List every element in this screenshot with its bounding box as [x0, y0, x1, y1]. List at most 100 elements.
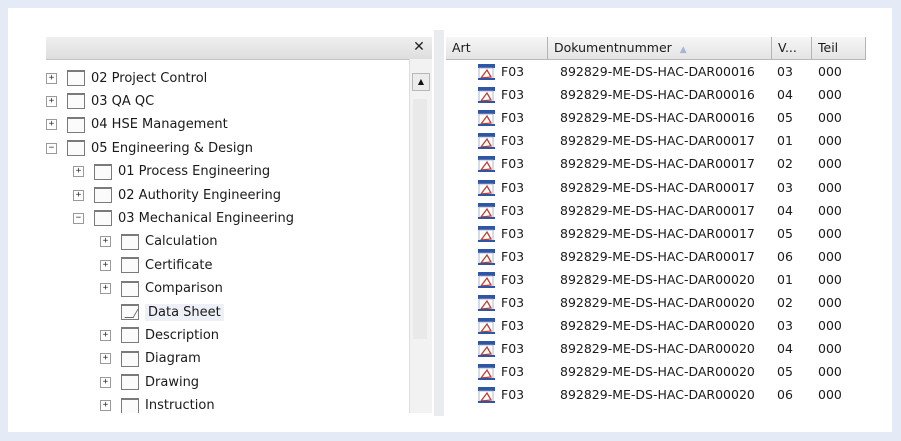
cell-v: 03 [777, 64, 793, 79]
cell-teil: 000 [818, 87, 842, 103]
tree-item[interactable]: − 03 Mechanical Engineering [73, 207, 294, 229]
tree-scrollbar[interactable]: ▲ [409, 59, 432, 413]
table-row[interactable]: F03 892829-ME-DS-HAC-DAR00017 02 000 [446, 153, 866, 175]
tree-item-label: 02 Project Control [91, 70, 208, 86]
tree-item[interactable]: +04 HSE Management [46, 114, 228, 136]
table-row[interactable]: F03 892829-ME-DS-HAC-DAR00017 03 000 [446, 177, 866, 199]
pdf-document-icon [478, 202, 495, 219]
tree-item[interactable]: +01 Process Engineering [73, 161, 270, 183]
list-header: Art Dokumentnummer ▲ V... Teil [446, 37, 866, 60]
column-header-teil[interactable]: Teil [812, 37, 866, 59]
cell-doc: 892829-ME-DS-HAC-DAR00017 [560, 156, 755, 172]
cell-doc: 892829-ME-DS-HAC-DAR00020 [560, 271, 755, 287]
table-row[interactable]: F03 892829-ME-DS-HAC-DAR00017 05 000 [446, 223, 866, 245]
tree-item-label: 02 Authority Engineering [118, 187, 281, 203]
pdf-document-icon [478, 248, 495, 265]
scroll-thumb[interactable] [413, 99, 427, 339]
table-row[interactable]: F03 892829-ME-DS-HAC-DAR00020 04 000 [446, 338, 866, 360]
cell-art: F03 [501, 110, 525, 126]
tree-item[interactable]: + Certificate [100, 254, 213, 276]
pdf-document-icon [478, 318, 495, 335]
tree-item-label: Diagram [145, 351, 201, 367]
cell-teil: 000 [818, 387, 842, 403]
table-row[interactable]: F03 892829-ME-DS-HAC-DAR00017 04 000 [446, 200, 866, 222]
cell-doc: 892829-ME-DS-HAC-DAR00020 [560, 318, 755, 334]
table-row[interactable]: F03 892829-ME-DS-HAC-DAR00020 03 000 [446, 315, 866, 337]
column-header-label: Art [452, 40, 471, 55]
pdf-document-icon [478, 271, 495, 288]
tree-item-label: Description [145, 327, 220, 343]
table-row[interactable]: F03 892829-ME-DS-HAC-DAR00017 01 000 [446, 130, 866, 152]
document-list-panel: Art Dokumentnummer ▲ V... Teil F03 892829-ME-… [446, 37, 871, 413]
tree-item-label: 03 QA QC [91, 93, 155, 109]
table-row[interactable]: F03 892829-ME-DS-HAC-DAR00020 06 000 [446, 384, 866, 406]
cell-teil: 000 [818, 248, 842, 264]
cell-v: 01 [777, 133, 793, 149]
expand-icon[interactable]: + [73, 166, 84, 178]
tree-item[interactable]: − 05 Engineering & Design [46, 137, 253, 159]
collapse-icon[interactable]: − [46, 142, 57, 154]
expand-icon[interactable]: + [100, 329, 111, 341]
table-row[interactable]: F03 892829-ME-DS-HAC-DAR00016 05 000 [446, 107, 866, 129]
column-header-art[interactable]: Art [446, 37, 548, 59]
expand-icon[interactable]: + [46, 72, 57, 84]
tree-item[interactable]: +02 Authority Engineering [73, 184, 281, 206]
expand-icon[interactable]: + [100, 353, 111, 365]
expand-icon[interactable]: + [73, 189, 84, 201]
folder-icon [121, 257, 139, 274]
cell-art: F03 [501, 225, 525, 241]
tree-item-label: Instruction [145, 398, 215, 413]
collapse-icon[interactable]: − [73, 212, 84, 224]
expand-icon[interactable]: + [100, 259, 111, 271]
cell-v: 01 [777, 271, 793, 287]
expand-icon[interactable]: + [46, 95, 57, 107]
cell-teil: 000 [818, 64, 842, 79]
cell-v: 04 [777, 202, 793, 218]
pdf-document-icon [478, 87, 495, 104]
folder-icon [121, 374, 139, 391]
tree-item[interactable]: + Description [100, 324, 219, 346]
tree-item[interactable]: + Drawing [100, 371, 199, 393]
expand-icon[interactable]: + [100, 283, 111, 295]
column-header-label: Dokumentnummer [554, 40, 672, 55]
close-icon[interactable]: ✕ [412, 38, 426, 56]
expand-icon[interactable]: + [100, 236, 111, 248]
tree-item[interactable]: + Instruction [100, 395, 215, 413]
expand-icon[interactable]: + [100, 400, 111, 412]
table-row[interactable]: F03 892829-ME-DS-HAC-DAR00016 03 000 [446, 61, 866, 83]
cell-v: 06 [777, 248, 793, 264]
table-row[interactable]: F03 892829-ME-DS-HAC-DAR00020 02 000 [446, 292, 866, 314]
column-header-version[interactable]: V... [772, 37, 812, 59]
tree-item[interactable]: Data Sheet [100, 301, 224, 323]
tree-item[interactable]: +02 Project Control [46, 67, 207, 89]
cell-doc: 892829-ME-DS-HAC-DAR00020 [560, 341, 755, 357]
table-row[interactable]: F03 892829-ME-DS-HAC-DAR00016 04 000 [446, 84, 866, 106]
table-row[interactable]: F03 892829-ME-DS-HAC-DAR00020 01 000 [446, 269, 866, 291]
expand-icon[interactable]: + [100, 376, 111, 388]
scroll-up-icon[interactable]: ▲ [412, 73, 430, 91]
cell-doc: 892829-ME-DS-HAC-DAR00016 [560, 64, 755, 79]
cell-v: 02 [777, 295, 793, 310]
tree-item[interactable]: + Calculation [100, 231, 218, 253]
table-row[interactable]: F03 892829-ME-DS-HAC-DAR00020 05 000 [446, 361, 866, 383]
cell-art: F03 [501, 295, 525, 310]
cell-doc: 892829-ME-DS-HAC-DAR00017 [560, 248, 755, 264]
cell-doc: 892829-ME-DS-HAC-DAR00020 [560, 295, 755, 310]
cell-art: F03 [501, 318, 525, 334]
cell-doc: 892829-ME-DS-HAC-DAR00017 [560, 202, 755, 218]
cell-doc: 892829-ME-DS-HAC-DAR00020 [560, 387, 755, 403]
folder-tree: +02 Project Control +03 QA QC +04 HSE Mana… [46, 59, 410, 413]
tree-item[interactable]: + Diagram [100, 348, 201, 370]
panel-splitter[interactable] [434, 30, 444, 416]
expand-icon[interactable]: + [46, 119, 57, 131]
tree-item-label: 01 Process Engineering [118, 164, 271, 180]
cell-art: F03 [501, 179, 525, 195]
folder-icon [121, 397, 139, 413]
column-header-dokumentnummer[interactable]: Dokumentnummer ▲ [548, 37, 772, 59]
table-row[interactable]: F03 892829-ME-DS-HAC-DAR00017 06 000 [446, 246, 866, 268]
tree-item[interactable]: +03 QA QC [46, 90, 154, 112]
cell-doc: 892829-ME-DS-HAC-DAR00016 [560, 87, 755, 103]
tree-item[interactable]: + Comparison [100, 278, 223, 300]
folder-icon [67, 140, 85, 157]
column-header-label: V... [778, 40, 797, 55]
